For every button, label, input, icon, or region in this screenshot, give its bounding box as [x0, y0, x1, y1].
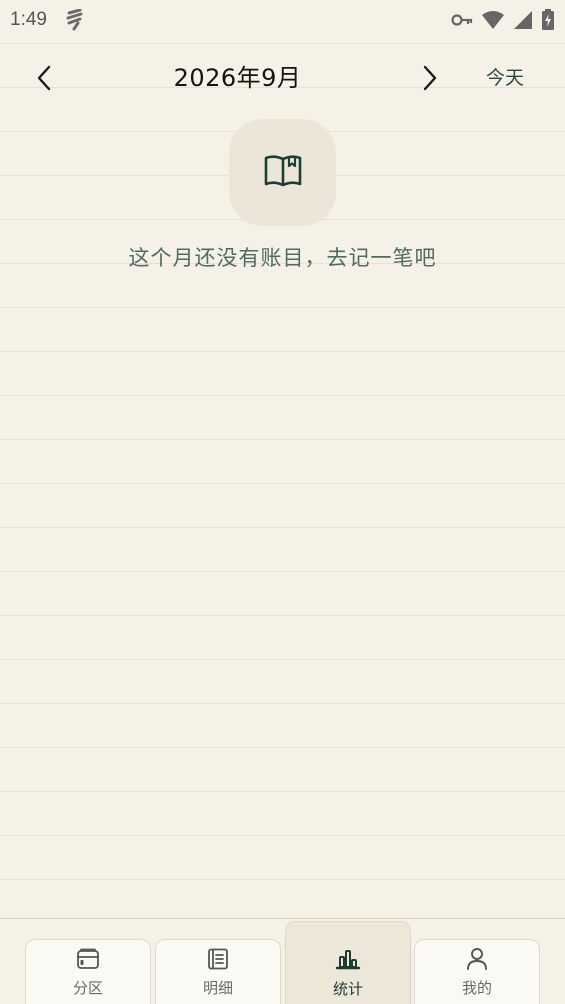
signal-icon — [513, 10, 533, 30]
vpn-key-icon — [451, 13, 473, 27]
month-title: 2026年9月 — [173, 64, 302, 92]
tab-label: 我的 — [461, 979, 492, 997]
status-right — [451, 9, 555, 31]
empty-state-message: 这个月还没有账目，去记一笔吧 — [128, 246, 437, 270]
tab-partition[interactable]: 分区 — [25, 939, 151, 1004]
tab-label: 分区 — [72, 979, 103, 997]
tab-statistics[interactable]: 统计 — [285, 921, 411, 1004]
open-book-icon — [264, 154, 302, 192]
status-bar: 1:49 — [0, 0, 565, 40]
tab-label: 明细 — [202, 979, 233, 997]
chevron-right-icon — [421, 64, 439, 96]
wallet-icon — [75, 946, 101, 972]
month-header: 2026年9月 今天 — [0, 52, 565, 104]
status-left: 1:49 — [10, 9, 85, 31]
bar-chart-icon — [335, 946, 361, 972]
bottom-tab-bar: 分区 明细 统计 我的 — [0, 918, 565, 1004]
status-time: 1:49 — [10, 9, 47, 30]
tab-details[interactable]: 明细 — [155, 939, 281, 1004]
prev-month-button[interactable] — [26, 62, 62, 98]
next-month-button[interactable] — [412, 62, 448, 98]
wifi-icon — [481, 10, 505, 30]
battery-charging-icon — [541, 9, 555, 31]
notification-icon — [65, 9, 85, 31]
tab-label: 统计 — [332, 980, 363, 998]
person-icon — [464, 946, 490, 972]
today-button[interactable]: 今天 — [486, 66, 524, 90]
tab-profile[interactable]: 我的 — [414, 939, 540, 1004]
chevron-left-icon — [35, 64, 53, 96]
empty-state-icon-tile — [229, 119, 336, 226]
list-icon — [205, 946, 231, 972]
